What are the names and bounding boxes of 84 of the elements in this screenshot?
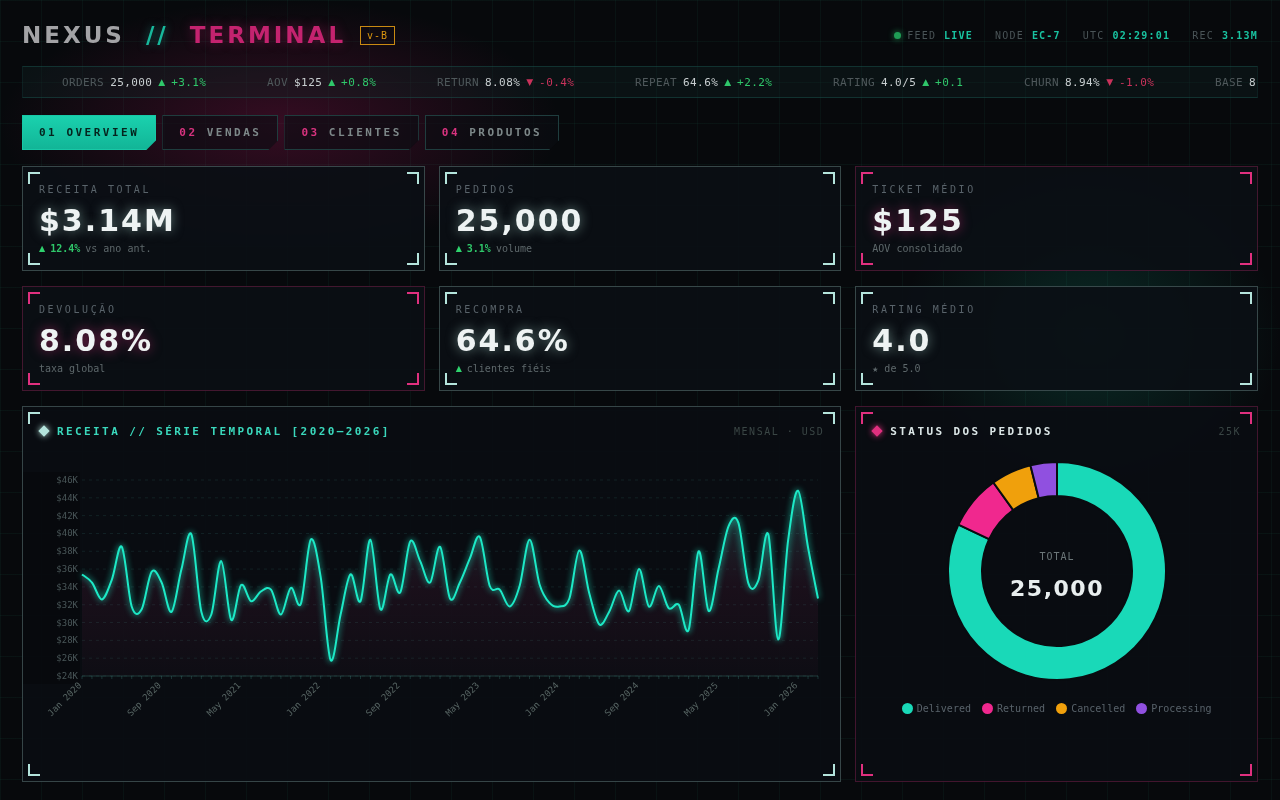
app-logo: NEXUS // TERMINAL	[22, 22, 347, 48]
ticker-delta: -1.0%	[1119, 75, 1155, 89]
y-axis-label: $24K	[56, 671, 78, 681]
ticker-value: 8	[1248, 75, 1256, 89]
ticker-delta: +0.1	[935, 75, 964, 89]
stat-note: volume	[495, 242, 533, 254]
y-axis-label: $44K	[56, 492, 78, 503]
donut-center-label: TOTAL	[1039, 551, 1075, 562]
ticker-arrow: ▲	[922, 77, 930, 87]
stat-note: clientes fiéis	[466, 362, 552, 374]
ticker-value: 64.6%	[683, 75, 719, 89]
y-axis-label: $34K	[56, 581, 78, 592]
trend-arrow: ▲	[39, 243, 46, 253]
ticker-value: 8.94%	[1065, 75, 1101, 89]
stat-label: DEVOLUÇÃO	[39, 304, 117, 316]
status-label: REC	[1192, 29, 1214, 41]
status-label: UTC	[1082, 29, 1105, 41]
panel-meta: 25K	[1218, 425, 1241, 437]
nav-tab[interactable]: 01 OVERVIEW	[22, 115, 157, 150]
legend-label: Cancelled	[1071, 703, 1126, 714]
status-label: FEED	[907, 29, 937, 41]
ticker-delta: +2.2%	[737, 75, 773, 89]
ticker-arrow: ▲	[328, 77, 336, 87]
nav-tab[interactable]: 03 CLIENTES	[284, 115, 419, 150]
y-axis-label: $36K	[56, 564, 78, 575]
stat-note: ★ de 5.0	[872, 362, 921, 374]
ticker-label: BASE	[1214, 75, 1243, 89]
y-axis-label: $38K	[56, 546, 78, 557]
ticker-value: $125	[294, 75, 323, 89]
ticker-label: AOV	[267, 75, 289, 89]
ticker-label: RATING	[832, 75, 876, 89]
stat-value: 64.6%	[455, 323, 570, 359]
stat-label: RECOMPRA	[455, 304, 525, 316]
nav-tab[interactable]: 04 PRODUTOS	[424, 115, 560, 150]
stat-value: 25,000	[455, 203, 584, 239]
ticker-arrow: ▲	[724, 77, 732, 87]
y-axis-label: $26K	[56, 653, 78, 664]
status-label: NODE	[995, 29, 1024, 41]
stat-label: RECEITA TOTAL	[39, 184, 152, 196]
y-axis-label: $28K	[56, 635, 78, 646]
stat-delta: 12.4%	[50, 242, 81, 254]
stat-value: 8.08%	[39, 323, 154, 359]
ticker-arrow: ▼	[1106, 77, 1114, 87]
ticker-label: REPEAT	[634, 75, 678, 89]
y-axis-label: $30K	[56, 617, 78, 628]
trend-arrow: ▲	[455, 243, 462, 253]
legend-label: Processing	[1151, 703, 1212, 714]
legend-label: Delivered	[916, 703, 971, 714]
status-value: 3.13M	[1221, 29, 1258, 41]
ticker-delta: +3.1%	[171, 75, 207, 89]
y-axis-label: $42K	[56, 510, 78, 521]
nav-tab[interactable]: 02 VENDAS	[162, 115, 279, 150]
stat-label: PEDIDOS	[455, 184, 516, 196]
stat-value: $125	[872, 203, 964, 239]
trend-arrow: ▲	[455, 363, 462, 373]
stat-value: $3.14M	[39, 203, 176, 239]
status-value: 02:29:01	[1112, 29, 1171, 41]
ticker-label: ORDERS	[62, 75, 105, 89]
stat-value: 4.0	[872, 323, 932, 359]
y-axis-label: $32K	[56, 599, 78, 610]
ticker-delta: +0.8%	[341, 75, 377, 89]
ticker-label: CHURN	[1023, 75, 1059, 89]
y-axis-label: $40K	[56, 528, 78, 539]
ticker-arrow: ▲	[158, 77, 166, 87]
donut-center-value: 25,000	[1009, 576, 1104, 601]
ticker-delta: -0.4%	[539, 75, 575, 89]
ticker-label: RETURN	[436, 75, 480, 89]
ticker-arrow: ▼	[526, 77, 534, 87]
stat-label: TICKET MÉDIO	[872, 184, 976, 196]
panel-title: STATUS DOS PEDIDOS	[890, 424, 1053, 438]
y-axis-label: $46K	[56, 475, 78, 485]
stat-note: vs ano ant.	[85, 242, 152, 254]
stat-label: RATING MÉDIO	[872, 304, 976, 316]
ticker-value: 4.0/5	[881, 75, 917, 89]
legend-label: Returned	[996, 703, 1046, 714]
version-badge: v-B	[360, 25, 396, 45]
ticker-value: 25,000	[110, 75, 153, 89]
panel-title: RECEITA // SÉRIE TEMPORAL [2020–2026]	[57, 424, 391, 438]
stat-delta: 3.1%	[466, 242, 491, 254]
stat-note: AOV consolidado	[872, 242, 963, 254]
stat-note: taxa global	[39, 362, 106, 374]
ticker-value: 8.08%	[485, 75, 521, 89]
status-value: LIVE	[944, 29, 973, 41]
status-value: EC-7	[1031, 29, 1061, 41]
